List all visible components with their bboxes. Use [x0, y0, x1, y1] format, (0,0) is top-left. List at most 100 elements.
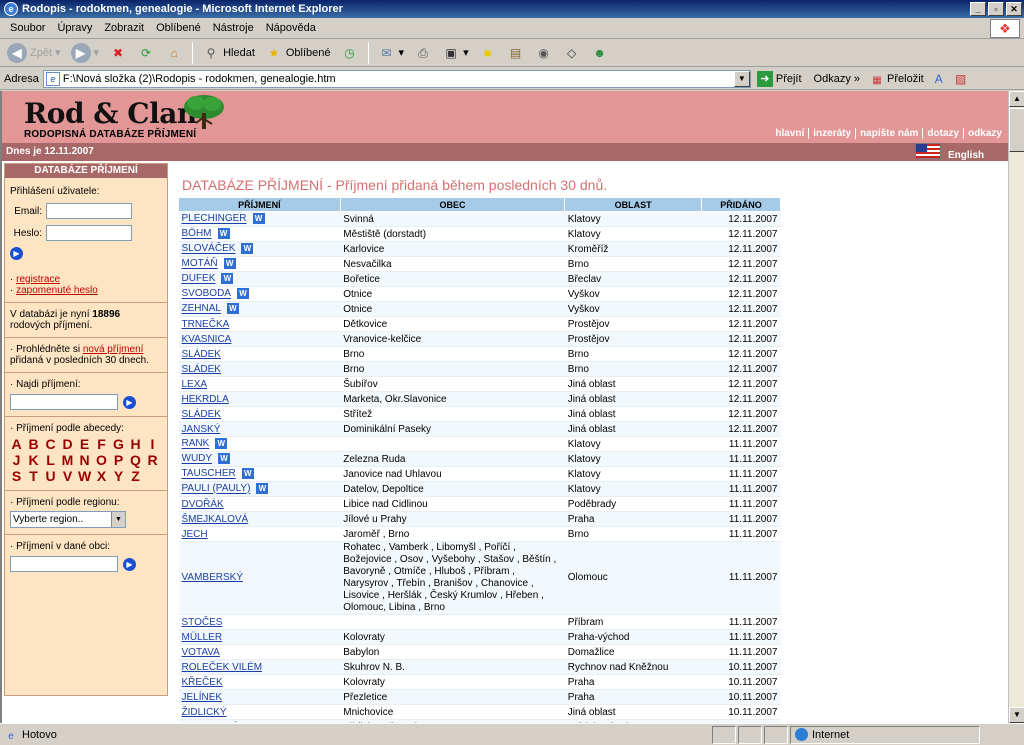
menu-view[interactable]: Zobrazit [98, 22, 150, 34]
surname-link[interactable]: HEKRDLA [182, 394, 229, 405]
alphabet-letter[interactable]: K [27, 452, 40, 468]
alphabet-letter[interactable]: X [95, 468, 108, 484]
stop-button[interactable]: ✖ [106, 41, 130, 65]
web-link-icon[interactable]: W [252, 213, 265, 225]
surname-link[interactable]: MOTÁŇ [182, 259, 218, 270]
alphabet-letter[interactable]: W [78, 468, 91, 484]
surname-link[interactable]: RANK [182, 439, 210, 450]
back-button[interactable]: ◀ Zpět ▾ [4, 41, 64, 65]
alphabet-letter[interactable]: B [27, 436, 40, 452]
surname-link[interactable]: JECH [182, 529, 208, 540]
tool-icon[interactable]: ▧ [952, 70, 970, 88]
surname-link[interactable]: ZEHNAL [182, 304, 221, 315]
translate-button[interactable]: ▦ Přeložit [870, 72, 923, 86]
surname-link[interactable]: PLECHINGER [182, 214, 247, 225]
surname-link[interactable]: MÜLLER [182, 632, 223, 643]
nav-main[interactable]: hlavní [771, 128, 808, 139]
edit-button[interactable]: ▣ ▾ [439, 41, 472, 65]
print-button[interactable]: ⎙ [411, 41, 435, 65]
web-link-icon[interactable]: W [236, 288, 249, 300]
forward-button[interactable]: ▶ ▾ [68, 41, 103, 65]
alphabet-letter[interactable]: R [146, 452, 159, 468]
surname-link[interactable]: BÖHM [182, 229, 212, 240]
go-button[interactable]: ➜ Přejít [756, 70, 802, 87]
surname-link[interactable]: SLÁDEK [182, 364, 221, 375]
surname-link[interactable]: ROLEČEK VILÉM [182, 662, 263, 673]
nav-contact[interactable]: napište nám [855, 128, 922, 139]
mail-button[interactable]: ✉ ▾ [375, 41, 408, 65]
links-button[interactable]: Odkazy » [814, 73, 860, 85]
history-button[interactable]: ◷ [338, 41, 362, 65]
search-button[interactable]: ⚲ Hledat [199, 41, 258, 65]
discuss-button[interactable]: ■ [476, 41, 500, 65]
email-field[interactable] [46, 203, 132, 219]
surname-search-input[interactable] [10, 394, 118, 410]
alphabet-letter[interactable]: E [78, 436, 91, 452]
alphabet-letter[interactable]: J [10, 452, 23, 468]
surname-link[interactable]: SLOVÁČEK [182, 244, 236, 255]
town-search-go-icon[interactable]: ▶ [123, 557, 136, 571]
surname-link[interactable]: JELÍNEK [182, 692, 223, 703]
nav-questions[interactable]: dotazy [922, 128, 963, 139]
alphabet-letter[interactable]: N [78, 452, 91, 468]
alphabet-letter[interactable]: C [44, 436, 57, 452]
alphabet-letter[interactable]: S [10, 468, 23, 484]
refresh-button[interactable]: ⟳ [134, 41, 158, 65]
surname-link[interactable]: PAULI (PAULY) [182, 484, 251, 495]
surname-search-go-icon[interactable]: ▶ [123, 395, 136, 409]
site-logo[interactable]: Rod & Clan [24, 97, 197, 130]
nav-links[interactable]: odkazy [963, 128, 1006, 139]
web-link-icon[interactable]: W [241, 468, 254, 480]
alphabet-letter[interactable]: I [146, 436, 159, 452]
address-dropdown-icon[interactable]: ▼ [733, 70, 750, 87]
minimize-button[interactable]: _ [970, 2, 986, 16]
us-flag-icon[interactable] [915, 143, 941, 159]
town-search-input[interactable] [10, 556, 118, 572]
surname-link[interactable]: ŠMEJKALOVÁ [182, 514, 249, 525]
alphabet-letter[interactable]: D [61, 436, 74, 452]
surname-link[interactable]: STOČES [182, 617, 223, 628]
close-button[interactable]: ✕ [1006, 2, 1022, 16]
research-button[interactable]: ▤ [504, 41, 528, 65]
surname-link[interactable]: TAUSCHER [182, 469, 236, 480]
alphabet-letter[interactable]: L [44, 452, 57, 468]
alphabet-letter[interactable]: H [129, 436, 142, 452]
menu-help[interactable]: Nápověda [260, 22, 322, 34]
alphabet-letter[interactable]: A [10, 436, 23, 452]
forgot-password-link[interactable]: zapomenuté heslo [16, 285, 98, 296]
alphabet-letter[interactable]: M [61, 452, 74, 468]
vertical-scrollbar[interactable]: ▲ ▼ [1008, 91, 1024, 723]
surname-link[interactable]: SVOBODA [182, 289, 231, 300]
surname-link[interactable]: KŘEČEK [182, 677, 223, 688]
surname-link[interactable]: SLÁDEK [182, 409, 221, 420]
web-link-icon[interactable]: W [226, 303, 239, 315]
home-button[interactable]: ⌂ [162, 41, 186, 65]
surname-link[interactable]: ŽIDLICKÝ [182, 707, 227, 718]
web-link-icon[interactable]: W [241, 243, 254, 255]
alphabet-letter[interactable]: V [61, 468, 74, 484]
web-link-icon[interactable]: W [221, 273, 234, 285]
web-link-icon[interactable]: W [256, 483, 269, 495]
surname-link[interactable]: WUDY [182, 454, 213, 465]
alphabet-letter[interactable]: P [112, 452, 125, 468]
scroll-thumb[interactable] [1009, 108, 1024, 152]
surname-link[interactable]: LEXA [182, 379, 208, 390]
password-field[interactable] [46, 225, 132, 241]
address-input[interactable]: e F:\Nová složka (2)\Rodopis - rodokmen,… [42, 69, 751, 88]
alphabet-letter[interactable]: G [112, 436, 125, 452]
alphabet-letter[interactable]: U [44, 468, 57, 484]
code-button[interactable]: ◇ [560, 41, 584, 65]
surname-link[interactable]: JANSKÝ [182, 424, 221, 435]
favorites-button[interactable]: ★ Oblíbené [262, 41, 334, 65]
english-help-link[interactable]: English Help [948, 150, 1008, 172]
scroll-up-icon[interactable]: ▲ [1009, 91, 1024, 107]
surname-link[interactable]: KVASNICA [182, 334, 232, 345]
scroll-down-icon[interactable]: ▼ [1009, 707, 1024, 723]
surname-link[interactable]: TRNEČKA [182, 319, 230, 330]
new-surnames-link[interactable]: nová příjmení [83, 344, 144, 355]
menu-tools[interactable]: Nástroje [207, 22, 260, 34]
alphabet-letter[interactable]: O [95, 452, 108, 468]
web-link-icon[interactable]: W [217, 228, 230, 240]
web-link-icon[interactable]: W [215, 438, 228, 450]
menu-favorites[interactable]: Oblíbené [150, 22, 207, 34]
